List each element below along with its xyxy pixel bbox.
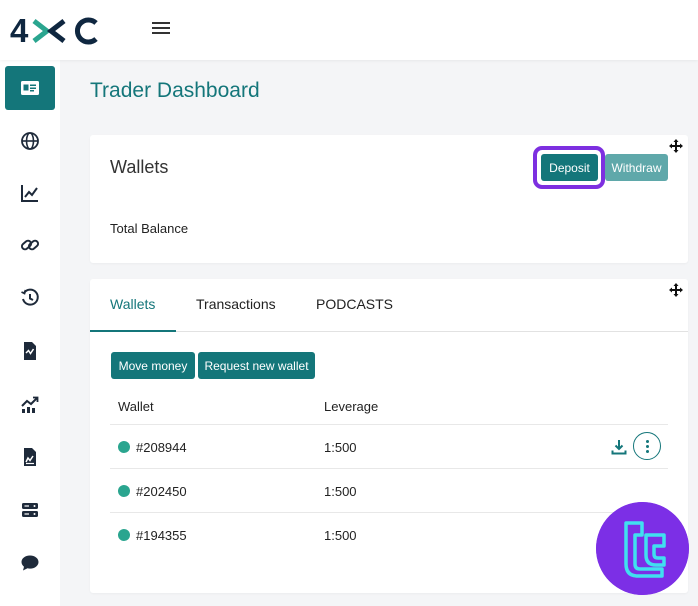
top-bar: 4: [0, 0, 698, 60]
chat-icon: [21, 555, 39, 571]
sidebar-item-analytics[interactable]: [5, 171, 55, 215]
table-row[interactable]: #208944 1:500: [110, 424, 668, 468]
trend-chart-icon: [21, 396, 39, 413]
sidebar-item-servers[interactable]: [5, 488, 55, 532]
wallets-card-title: Wallets: [110, 157, 169, 177]
sidebar-item-performance[interactable]: [5, 382, 55, 426]
sidebar-item-dashboard[interactable]: [5, 66, 55, 110]
more-options-button[interactable]: [633, 432, 661, 460]
link-icon: [20, 239, 40, 251]
menu-toggle-icon[interactable]: [150, 19, 172, 39]
withdraw-button[interactable]: Withdraw: [605, 154, 668, 181]
wallet-status-dot: [118, 441, 130, 453]
request-new-wallet-button[interactable]: Request new wallet: [198, 352, 315, 379]
brand-logo[interactable]: 4: [10, 12, 102, 50]
wallet-leverage: 1:500: [324, 484, 357, 499]
tab-podcasts[interactable]: PODCASTS: [316, 296, 393, 312]
sidebar-item-statements[interactable]: [5, 329, 55, 373]
wallet-id: #208944: [136, 440, 187, 455]
table-row[interactable]: #202450 1:500: [110, 468, 668, 512]
column-header-wallet: Wallet: [118, 399, 154, 414]
wallet-leverage: 1:500: [324, 440, 357, 455]
svg-text:4: 4: [10, 12, 29, 49]
watermark-logo: [596, 502, 689, 595]
wallets-summary-card: Wallets Deposit Withdraw Total Balance: [90, 135, 688, 263]
total-balance-label: Total Balance: [110, 221, 189, 236]
move-money-button[interactable]: Move money: [111, 352, 195, 379]
globe-icon: [21, 132, 39, 150]
sidebar-item-markets[interactable]: [5, 119, 55, 163]
file-chart-icon: [24, 342, 36, 360]
sidebar-item-support[interactable]: [5, 541, 55, 585]
drag-move-icon[interactable]: [669, 139, 683, 153]
sidebar-item-reports[interactable]: [5, 435, 55, 479]
drag-move-icon[interactable]: [669, 283, 683, 297]
sidebar-item-history[interactable]: [5, 276, 55, 320]
tab-transactions[interactable]: Transactions: [196, 296, 276, 312]
sidebar-item-partners[interactable]: [5, 223, 55, 267]
deposit-button[interactable]: Deposit: [541, 154, 598, 181]
tab-bar: Wallets Transactions PODCASTS: [90, 279, 688, 332]
wallet-status-dot: [118, 485, 130, 497]
report-icon: [24, 448, 36, 466]
line-chart-icon: [21, 185, 38, 202]
active-tab-indicator: [90, 330, 176, 332]
column-header-leverage: Leverage: [324, 399, 379, 414]
wallet-leverage: 1:500: [324, 528, 357, 543]
table-row[interactable]: #194355 1:500: [110, 512, 668, 556]
wallet-id: #194355: [136, 528, 187, 543]
server-icon: [22, 503, 38, 517]
wallet-status-dot: [118, 529, 130, 541]
id-card-icon: [21, 81, 39, 95]
wallet-id: #202450: [136, 484, 187, 499]
history-icon: [21, 288, 39, 306]
page-title: Trader Dashboard: [90, 79, 260, 102]
download-icon[interactable]: [611, 439, 627, 455]
tab-wallets[interactable]: Wallets: [110, 296, 155, 312]
sidebar: [0, 60, 60, 606]
